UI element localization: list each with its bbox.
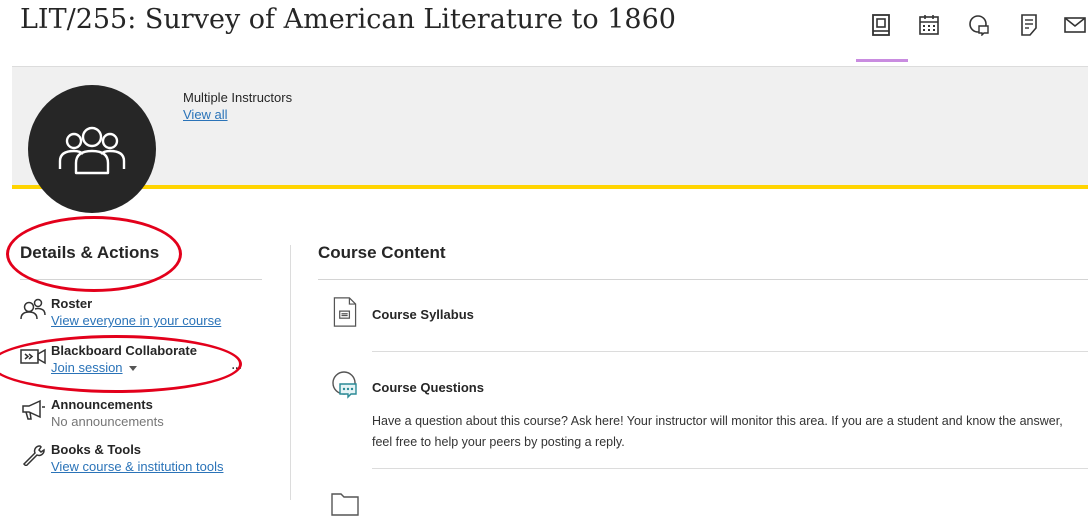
course-questions-description: Have a question about this course? Ask h… bbox=[372, 414, 1063, 449]
active-tab-indicator bbox=[856, 59, 908, 62]
content-item-divider bbox=[372, 351, 1088, 352]
join-session-dropdown[interactable]: Join session bbox=[51, 360, 137, 375]
course-content-heading: Course Content bbox=[318, 243, 446, 262]
calendar-icon[interactable] bbox=[916, 12, 942, 38]
view-all-instructors-link[interactable]: View all bbox=[183, 107, 228, 122]
discussions-icon[interactable] bbox=[966, 12, 992, 38]
details-divider bbox=[20, 279, 262, 280]
roster-link[interactable]: View everyone in your course bbox=[51, 313, 221, 328]
instructors-avatar bbox=[28, 85, 156, 213]
column-divider bbox=[290, 245, 291, 500]
content-divider bbox=[318, 279, 1088, 280]
details-actions-heading: Details & Actions bbox=[20, 243, 160, 262]
wrench-icon bbox=[22, 445, 45, 466]
messages-icon[interactable] bbox=[1062, 12, 1088, 38]
chevron-down-icon[interactable] bbox=[128, 366, 137, 372]
gradebook-icon[interactable] bbox=[1016, 12, 1042, 38]
announcements-title[interactable]: Announcements bbox=[51, 397, 153, 412]
content-icon[interactable] bbox=[868, 12, 894, 38]
folder-icon bbox=[331, 493, 359, 516]
banner-accent-line bbox=[12, 185, 1088, 189]
course-questions-link[interactable]: Course Questions bbox=[372, 380, 484, 395]
course-syllabus-link[interactable]: Course Syllabus bbox=[372, 307, 474, 322]
books-tools-title: Books & Tools bbox=[51, 442, 142, 457]
top-nav bbox=[860, 12, 1088, 42]
more-options-button[interactable]: ... bbox=[231, 357, 242, 373]
group-icon bbox=[58, 126, 126, 175]
books-tools-link[interactable]: View course & institution tools bbox=[51, 459, 223, 474]
course-banner bbox=[12, 66, 1088, 186]
megaphone-icon bbox=[22, 399, 45, 420]
discussion-icon bbox=[332, 371, 357, 399]
roster-icon bbox=[20, 298, 46, 320]
collaborate-icon bbox=[20, 348, 46, 365]
collaborate-title: Blackboard Collaborate bbox=[51, 343, 197, 358]
roster-title: Roster bbox=[51, 296, 93, 311]
instructors-label: Multiple Instructors bbox=[183, 90, 293, 105]
join-session-link[interactable]: Join session bbox=[51, 360, 123, 375]
document-icon bbox=[333, 297, 357, 327]
page-title: LIT/255: Survey of American Literature t… bbox=[20, 4, 676, 35]
announcements-status: No announcements bbox=[51, 414, 164, 429]
content-item-divider-2 bbox=[372, 468, 1088, 469]
